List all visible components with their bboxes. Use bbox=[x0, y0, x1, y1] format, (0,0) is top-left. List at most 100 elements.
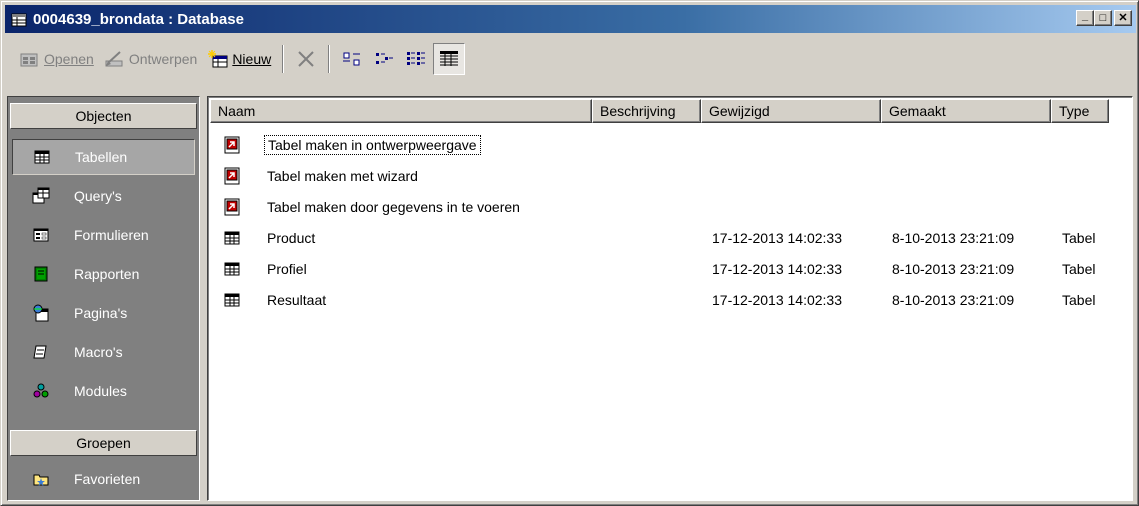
close-button[interactable]: ✕ bbox=[1114, 10, 1132, 26]
list-item[interactable]: Resultaat 17-12-2013 14:02:33 8-10-2013 … bbox=[210, 284, 1113, 315]
sidebar-item-favorites[interactable]: Favorieten bbox=[12, 461, 195, 497]
objects-header-label: Objecten bbox=[75, 108, 132, 124]
form-icon bbox=[32, 226, 50, 244]
column-header-created[interactable]: Gemaakt bbox=[881, 99, 1051, 123]
list-item-name: Tabel maken met wizard bbox=[267, 167, 418, 184]
page-icon bbox=[32, 304, 50, 322]
design-button[interactable]: Ontwerpen bbox=[100, 43, 201, 75]
delete-icon bbox=[295, 48, 317, 70]
database-window: 0004639_brondata : Database _ □ ✕ Openen… bbox=[0, 0, 1139, 506]
macro-icon bbox=[32, 343, 50, 361]
sidebar-item-label: Query's bbox=[74, 188, 122, 204]
column-header-label: Naam bbox=[218, 103, 256, 119]
query-icon bbox=[32, 187, 50, 205]
sidebar-item-label: Macro's bbox=[74, 344, 123, 360]
details-icon bbox=[438, 48, 460, 70]
small-icons-icon bbox=[373, 48, 395, 70]
list-item-name: Tabel maken door gegevens in te voeren bbox=[267, 198, 520, 215]
table-icon bbox=[222, 259, 242, 279]
toolbar: Openen Ontwerpen Nieuw bbox=[7, 39, 1133, 79]
column-header-name[interactable]: Naam bbox=[210, 99, 592, 123]
sidebar-item-label: Formulieren bbox=[74, 227, 149, 243]
list-item-name: Resultaat bbox=[267, 291, 327, 308]
sidebar-item-label: Rapporten bbox=[74, 266, 140, 282]
sidebar-item-queries[interactable]: Query's bbox=[12, 178, 195, 214]
list-view-button[interactable] bbox=[401, 43, 431, 75]
sidebar-item-tables[interactable]: Tabellen bbox=[12, 139, 195, 175]
sidebar-item-label: Tabellen bbox=[75, 149, 128, 165]
list-item-type: Tabel bbox=[1062, 260, 1096, 277]
open-label: Openen bbox=[44, 51, 94, 67]
column-header-label: Gewijzigd bbox=[709, 103, 770, 119]
list-item-name: Profiel bbox=[267, 260, 307, 277]
sidebar-item-forms[interactable]: Formulieren bbox=[12, 217, 195, 253]
large-icons-icon bbox=[341, 48, 363, 70]
sidebar-item-reports[interactable]: Rapporten bbox=[12, 256, 195, 292]
column-header-label: Beschrijving bbox=[600, 103, 676, 119]
favorites-icon bbox=[32, 470, 50, 488]
table-icon bbox=[222, 228, 242, 248]
list-item[interactable]: Profiel 17-12-2013 14:02:33 8-10-2013 23… bbox=[210, 253, 1113, 284]
list-item[interactable]: Tabel maken door gegevens in te voeren bbox=[210, 191, 1113, 222]
list-item-created: 8-10-2013 23:21:09 bbox=[892, 291, 1015, 308]
list-item-name: Product bbox=[267, 229, 316, 246]
table-icon bbox=[33, 148, 51, 166]
toolbar-separator bbox=[328, 45, 331, 73]
large-icons-view-button[interactable] bbox=[337, 43, 367, 75]
new-icon bbox=[207, 48, 229, 70]
list-item[interactable]: Tabel maken in ontwerpweergave bbox=[210, 129, 1113, 160]
open-button[interactable]: Openen bbox=[15, 43, 98, 75]
list-item-name: Tabel maken in ontwerpweergave bbox=[264, 134, 481, 155]
list-item[interactable]: Tabel maken met wizard bbox=[210, 160, 1113, 191]
object-list: Naam Beschrijving Gewijzigd Gemaakt Type… bbox=[207, 96, 1133, 501]
sidebar-item-modules[interactable]: Modules bbox=[12, 373, 195, 409]
delete-button[interactable] bbox=[291, 43, 321, 75]
objects-header-button[interactable]: Objecten bbox=[10, 103, 197, 129]
open-icon bbox=[19, 48, 41, 70]
column-header-label: Gemaakt bbox=[889, 103, 946, 119]
column-header-label: Type bbox=[1059, 103, 1090, 119]
column-header-modified[interactable]: Gewijzigd bbox=[701, 99, 881, 123]
groups-header-label: Groepen bbox=[76, 435, 131, 451]
design-icon bbox=[104, 48, 126, 70]
shortcut-icon bbox=[222, 197, 242, 217]
new-label: Nieuw bbox=[232, 51, 272, 67]
toolbar-separator bbox=[282, 45, 285, 73]
list-icon bbox=[405, 48, 427, 70]
column-header-description[interactable]: Beschrijving bbox=[592, 99, 701, 123]
list-item[interactable]: Product 17-12-2013 14:02:33 8-10-2013 23… bbox=[210, 222, 1113, 253]
maximize-button[interactable]: □ bbox=[1094, 10, 1112, 26]
sidebar-item-label: Pagina's bbox=[74, 305, 128, 321]
module-icon bbox=[32, 382, 50, 400]
minimize-button[interactable]: _ bbox=[1076, 10, 1094, 26]
sidebar-item-macros[interactable]: Macro's bbox=[12, 334, 195, 370]
database-icon bbox=[11, 11, 27, 27]
groups-header-button[interactable]: Groepen bbox=[10, 430, 197, 456]
minimize-icon: _ bbox=[1081, 9, 1089, 22]
list-item-modified: 17-12-2013 14:02:33 bbox=[712, 229, 842, 246]
title-bar[interactable]: 0004639_brondata : Database _ □ ✕ bbox=[5, 5, 1136, 33]
list-item-type: Tabel bbox=[1062, 291, 1096, 308]
column-header-type[interactable]: Type bbox=[1051, 99, 1109, 123]
small-icons-view-button[interactable] bbox=[369, 43, 399, 75]
shortcut-icon bbox=[222, 135, 242, 155]
new-button[interactable]: Nieuw bbox=[203, 43, 275, 75]
sidebar-item-pages[interactable]: Pagina's bbox=[12, 295, 195, 331]
objects-bar: Objecten Tabellen Query's Formulieren Ra… bbox=[7, 96, 200, 501]
list-item-modified: 17-12-2013 14:02:33 bbox=[712, 291, 842, 308]
table-icon bbox=[222, 290, 242, 310]
list-item-type: Tabel bbox=[1062, 229, 1096, 246]
shortcut-icon bbox=[222, 166, 242, 186]
sidebar-item-label: Modules bbox=[74, 383, 127, 399]
list-item-modified: 17-12-2013 14:02:33 bbox=[712, 260, 842, 277]
maximize-icon: □ bbox=[1099, 11, 1107, 24]
window-title: 0004639_brondata : Database bbox=[33, 10, 244, 28]
sidebar-item-label: Favorieten bbox=[74, 471, 141, 487]
design-label: Ontwerpen bbox=[128, 51, 198, 67]
list-item-created: 8-10-2013 23:21:09 bbox=[892, 260, 1015, 277]
close-icon: ✕ bbox=[1118, 11, 1128, 24]
list-item-created: 8-10-2013 23:21:09 bbox=[892, 229, 1015, 246]
list-rows: Tabel maken in ontwerpweergave Tabel mak… bbox=[210, 129, 1113, 315]
report-icon bbox=[32, 265, 50, 283]
details-view-button[interactable] bbox=[433, 43, 466, 75]
